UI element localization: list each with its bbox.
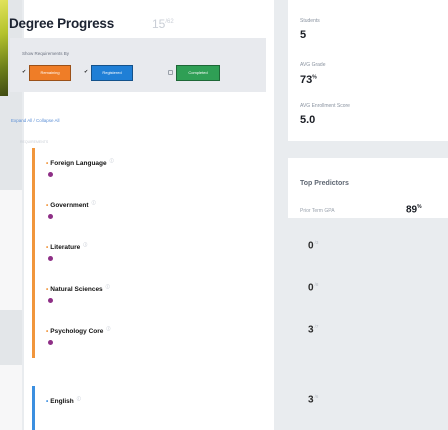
info-icon: ⓘ <box>106 326 111 331</box>
requirement-value: 0/3 <box>308 240 319 252</box>
requirement-value: 3/6 <box>308 394 319 406</box>
info-icon: ⓘ <box>91 200 96 205</box>
expand-collapse-link[interactable]: Expand All / Collapse All <box>11 118 60 123</box>
top-predictors-title: Top Predictors <box>300 180 349 187</box>
left-card-edge-2 <box>0 365 22 430</box>
students-label: Students <box>300 18 320 24</box>
requirement-name: • Literature ⓘ <box>46 242 88 252</box>
requirement-name: • Government ⓘ <box>46 200 96 210</box>
status-bar <box>32 274 35 316</box>
predictor-value: 89% <box>406 204 422 216</box>
requirement-name: • Foreign Language ⓘ <box>46 158 114 168</box>
requirement-value: 3/7 <box>308 324 319 336</box>
requirement-name: • English ⓘ <box>46 396 81 406</box>
show-requirements-label: Show Requirements By <box>22 51 70 56</box>
page-title: Degree Progress <box>9 16 115 31</box>
status-bar <box>32 386 35 430</box>
registered-toggle[interactable]: Registered <box>91 65 133 81</box>
course-thumbnail <box>0 0 8 96</box>
purple-dot-icon <box>48 298 53 303</box>
predictor-name: Prior Term GPA <box>300 208 335 214</box>
requirement-value: 0/8 <box>308 282 319 294</box>
requirement-row[interactable]: • English ⓘ 3/6 <box>32 386 412 430</box>
checkbox-registered[interactable]: ✔ <box>84 70 89 75</box>
info-icon: ⓘ <box>109 158 114 163</box>
completed-toggle[interactable]: Completed <box>176 65 220 81</box>
info-icon: ⓘ <box>76 396 81 401</box>
purple-dot-icon <box>48 214 53 219</box>
purple-dot-icon <box>48 340 53 345</box>
avg-enrollment-label: AVG Enrollment Score <box>300 103 350 109</box>
purple-dot-icon <box>48 172 53 177</box>
status-bar <box>32 232 35 274</box>
avg-enrollment-value: 5.0 <box>300 114 316 126</box>
info-icon: ⓘ <box>105 284 110 289</box>
purple-dot-icon <box>48 256 53 261</box>
checkbox-remaining[interactable]: ✔ <box>22 70 27 75</box>
status-bar <box>32 190 35 232</box>
progress-count: 15/62 <box>152 17 174 31</box>
status-bar <box>32 148 35 190</box>
show-requirements-filter: Show Requirements By ✔ Remaining ✔ Regis… <box>10 38 266 92</box>
students-value: 5 <box>300 29 307 41</box>
remaining-toggle[interactable]: Remaining <box>29 65 71 81</box>
status-bar <box>32 316 35 358</box>
info-icon: ⓘ <box>83 242 88 247</box>
requirements-header: REQUIREMENTS <box>20 140 49 144</box>
left-card-edge <box>0 190 22 310</box>
requirement-name: • Psychology Core ⓘ <box>46 326 111 336</box>
requirement-row[interactable]: • Natural Sciences ⓘ 0/8 <box>32 274 412 316</box>
requirement-row[interactable]: • Literature ⓘ 0/3 <box>32 232 412 274</box>
avg-grade-label: AVG Grade <box>300 62 326 68</box>
requirement-name: • Natural Sciences ⓘ <box>46 284 110 294</box>
requirement-row[interactable]: • Psychology Core ⓘ 3/7 <box>32 316 412 358</box>
checkbox-completed[interactable] <box>168 70 173 75</box>
avg-grade-value: 73% <box>300 74 317 86</box>
